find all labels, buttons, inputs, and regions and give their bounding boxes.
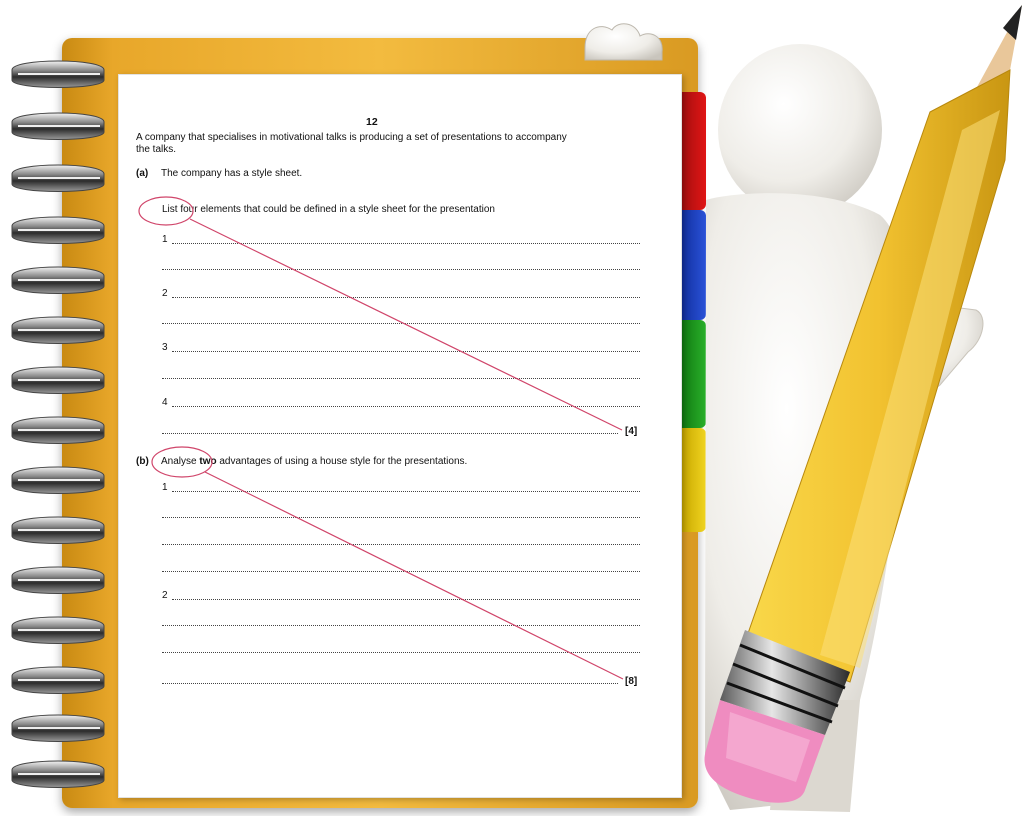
character-with-pencil xyxy=(584,5,1022,812)
notebook-scene: 12 A company that specialises in motivat… xyxy=(0,0,1025,816)
